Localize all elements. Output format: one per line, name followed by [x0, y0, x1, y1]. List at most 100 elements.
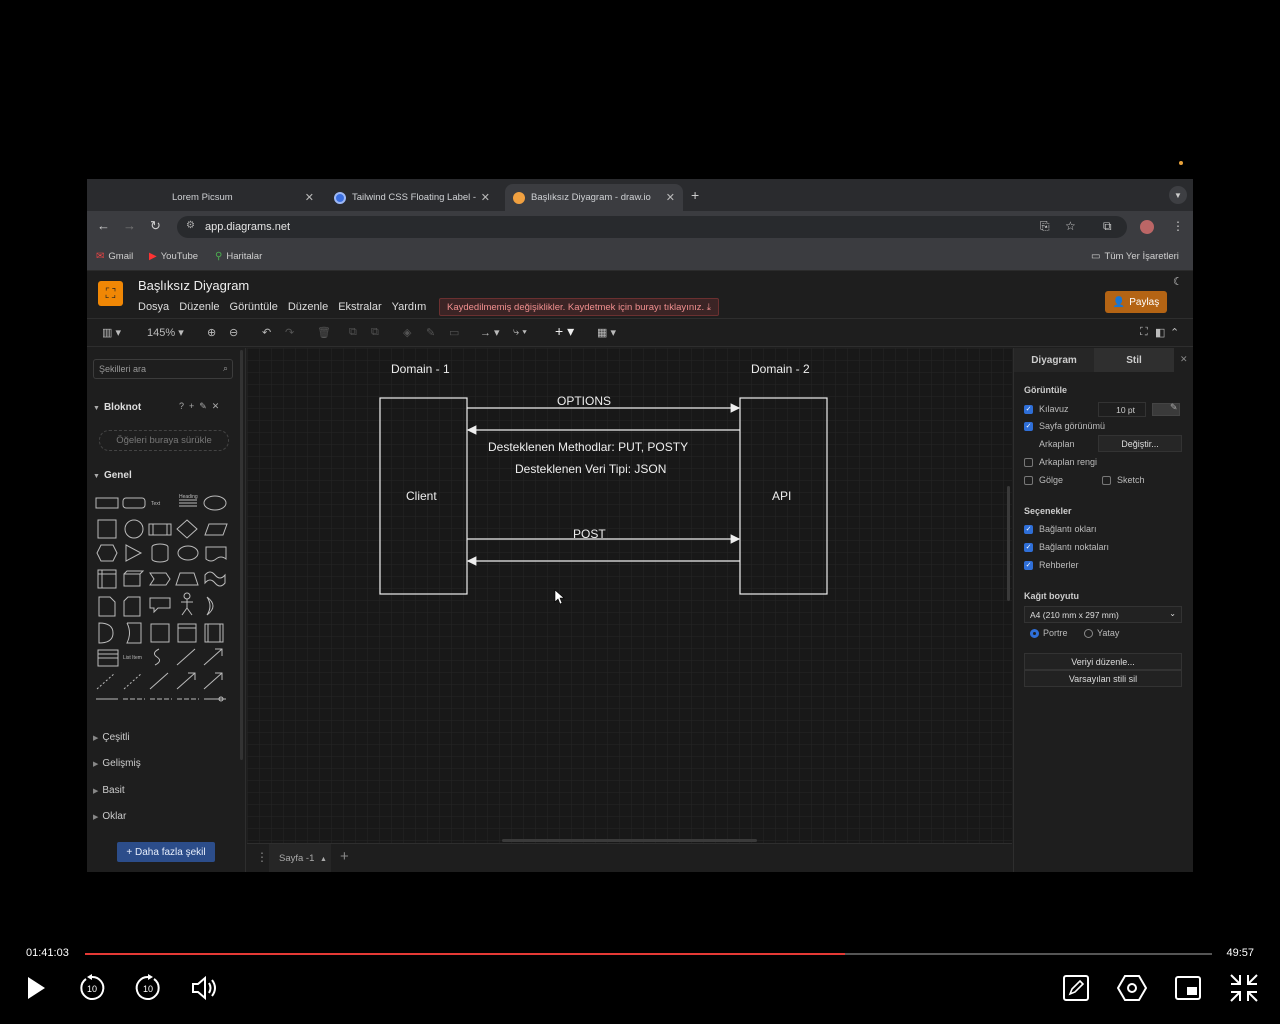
grid-checkbox[interactable]: ✓ Kılavuz — [1024, 404, 1069, 414]
volume-icon[interactable] — [188, 972, 220, 1004]
category-arrows[interactable]: ▶ Oklar — [93, 811, 126, 822]
bookmark-gmail[interactable]: ✉ Gmail — [96, 251, 133, 262]
play-icon[interactable] — [20, 972, 52, 1004]
canvas-vertical-scrollbar[interactable] — [1007, 486, 1010, 601]
avatar[interactable] — [1140, 220, 1154, 234]
extensions-icon[interactable]: ⧉ — [1103, 219, 1112, 234]
scratchpad-tools[interactable]: ?+✎✕ — [179, 401, 224, 412]
menu-arrange[interactable]: Düzenle — [288, 301, 328, 313]
close-icon[interactable]: ✕ — [1180, 354, 1188, 365]
new-tab-icon[interactable]: + — [691, 187, 699, 203]
change-background-button[interactable]: Değiştir... — [1098, 435, 1182, 452]
guides-checkbox[interactable]: ✓ Rehberler — [1024, 560, 1079, 570]
menu-help[interactable]: Yardım — [392, 301, 427, 313]
rewind-10-icon[interactable]: 10 — [76, 972, 108, 1004]
site-info-icon[interactable]: ⚙ — [186, 220, 195, 231]
undo-icon[interactable]: ↶ — [262, 326, 271, 339]
methods-label[interactable]: Desteklenen Methodlar: PUT, POSTY — [488, 440, 688, 454]
search-icon[interactable]: ⌕ — [223, 363, 228, 374]
landscape-radio[interactable]: Yatay — [1084, 628, 1119, 638]
line-color-icon[interactable]: ✎ — [426, 326, 435, 339]
tab-drawio[interactable]: Başlıksız Diyagram - draw.io ✕ — [505, 184, 683, 211]
shadow-icon[interactable]: ▭ — [449, 326, 459, 339]
address-bar[interactable]: ⚙ app.diagrams.net — [177, 216, 1127, 238]
shape-search-input[interactable]: Şekilleri ara ⌕ — [93, 359, 233, 379]
bg-color-checkbox[interactable]: Arkaplan rengi — [1024, 457, 1097, 467]
general-shapes-grid[interactable]: Text Heading List Item — [93, 493, 233, 723]
fill-color-icon[interactable]: ◈ — [403, 326, 411, 339]
table-icon[interactable]: ▦ ▾ — [597, 326, 616, 339]
to-front-icon[interactable]: ⧉ — [349, 326, 357, 339]
domain1-label[interactable]: Domain - 1 — [391, 362, 450, 376]
bookmark-youtube[interactable]: ▶ YouTube — [149, 251, 198, 262]
domain2-label[interactable]: Domain - 2 — [751, 362, 810, 376]
share-button[interactable]: 👤 Paylaş — [1105, 291, 1167, 313]
menu-extras[interactable]: Ekstralar — [338, 301, 381, 313]
post-label[interactable]: POST — [573, 527, 606, 541]
zoom-in-icon[interactable]: ⊕ — [207, 326, 216, 339]
settings-icon[interactable] — [1116, 972, 1148, 1004]
waypoints-icon[interactable]: ⤷ ▾ — [513, 326, 527, 339]
tab-diagram[interactable]: Diyagram — [1014, 348, 1094, 372]
install-icon[interactable]: ⎘ — [1040, 219, 1050, 234]
portrait-radio[interactable]: Portre — [1030, 628, 1068, 638]
insert-icon[interactable]: + ▾ — [555, 323, 574, 340]
more-shapes-button[interactable]: + Daha fazla şekil — [117, 842, 215, 862]
chevron-up-icon[interactable]: ▲ — [320, 856, 327, 863]
grid-size-input[interactable]: 10 pt — [1098, 402, 1146, 417]
zoom-select[interactable]: 145% ▾ — [147, 326, 184, 339]
category-advanced[interactable]: ▶ Gelişmiş — [93, 758, 141, 769]
paper-size-select[interactable]: A4 (210 mm x 297 mm) ⌄ — [1024, 606, 1182, 623]
collapse-icon[interactable]: ⌃ — [1170, 326, 1179, 339]
exit-fullscreen-icon[interactable] — [1228, 972, 1260, 1004]
page-view-checkbox[interactable]: ✓ Sayfa görünümü — [1024, 421, 1105, 431]
category-misc[interactable]: ▶ Çeşitli — [93, 732, 130, 743]
tab-lorem-picsum[interactable]: Lorem Picsum ✕ — [147, 184, 322, 211]
star-icon[interactable]: ☆ — [1065, 219, 1076, 233]
conn-points-checkbox[interactable]: ✓ Bağlantı noktaları — [1024, 542, 1109, 552]
page-tab[interactable]: Sayfa -1 ▲ — [269, 844, 331, 872]
sketch-checkbox[interactable]: Sketch — [1102, 475, 1145, 485]
progress-bar[interactable] — [85, 953, 1212, 955]
chevron-down-icon[interactable]: ▼ — [1169, 186, 1187, 204]
edit-data-button[interactable]: Veriyi düzenle... — [1024, 653, 1182, 670]
back-icon[interactable]: ← — [97, 218, 110, 233]
document-title[interactable]: Başlıksız Diyagram — [138, 278, 249, 293]
canvas-horizontal-scrollbar[interactable] — [502, 839, 757, 842]
redo-icon[interactable]: ↷ — [285, 326, 294, 339]
tab-style[interactable]: Stil — [1094, 348, 1174, 372]
format-panel-icon[interactable]: ◧ — [1155, 326, 1165, 339]
panel-toggle-icon[interactable]: ▥ ▾ — [102, 326, 121, 339]
clear-style-button[interactable]: Varsayılan stili sil — [1024, 670, 1182, 687]
zoom-out-icon[interactable]: ⊖ — [229, 326, 238, 339]
close-icon[interactable]: ✕ — [481, 191, 490, 204]
annotate-icon[interactable] — [1060, 972, 1092, 1004]
close-icon[interactable]: ✕ — [666, 191, 675, 204]
dark-mode-icon[interactable]: ☾ — [1173, 275, 1183, 288]
to-back-icon[interactable]: ⧉ — [371, 326, 379, 339]
pages-menu-icon[interactable]: ⋮ — [256, 850, 268, 864]
unsaved-changes-notice[interactable]: Kaydedilmemiş değişiklikler. Kaydetmek i… — [439, 298, 719, 316]
forward-icon[interactable]: → — [123, 218, 136, 233]
scratchpad-header[interactable]: ▼ Bloknot — [93, 402, 141, 413]
reload-icon[interactable]: ↻ — [150, 218, 161, 234]
menu-view[interactable]: Görüntüle — [230, 301, 278, 313]
conn-arrows-checkbox[interactable]: ✓ Bağlantı okları — [1024, 524, 1097, 534]
menu-edit[interactable]: Düzenle — [179, 301, 219, 313]
bookmark-maps[interactable]: ⚲ Haritalar — [215, 251, 262, 262]
delete-icon[interactable]: 🗑 — [317, 326, 331, 339]
options-label[interactable]: OPTIONS — [557, 394, 611, 408]
fullscreen-icon[interactable]: ⛶ — [1140, 326, 1148, 339]
connection-icon[interactable]: → ▾ — [480, 326, 500, 339]
category-basic[interactable]: ▶ Basit — [93, 785, 125, 796]
menu-file[interactable]: Dosya — [138, 301, 169, 313]
data-type-label[interactable]: Desteklenen Veri Tipi: JSON — [515, 462, 666, 476]
add-page-icon[interactable]: + — [340, 848, 349, 865]
general-header[interactable]: ▼ Genel — [93, 470, 132, 481]
tab-tailwind[interactable]: Tailwind CSS Floating Label - ✕ — [326, 184, 498, 211]
all-bookmarks[interactable]: ▭ Tüm Yer İşaretleri — [1091, 251, 1179, 262]
shadow-checkbox[interactable]: Gölge — [1024, 475, 1063, 485]
miniplayer-icon[interactable] — [1172, 972, 1204, 1004]
edit-icon[interactable]: ✎ — [1170, 402, 1178, 413]
close-icon[interactable]: ✕ — [305, 191, 314, 204]
